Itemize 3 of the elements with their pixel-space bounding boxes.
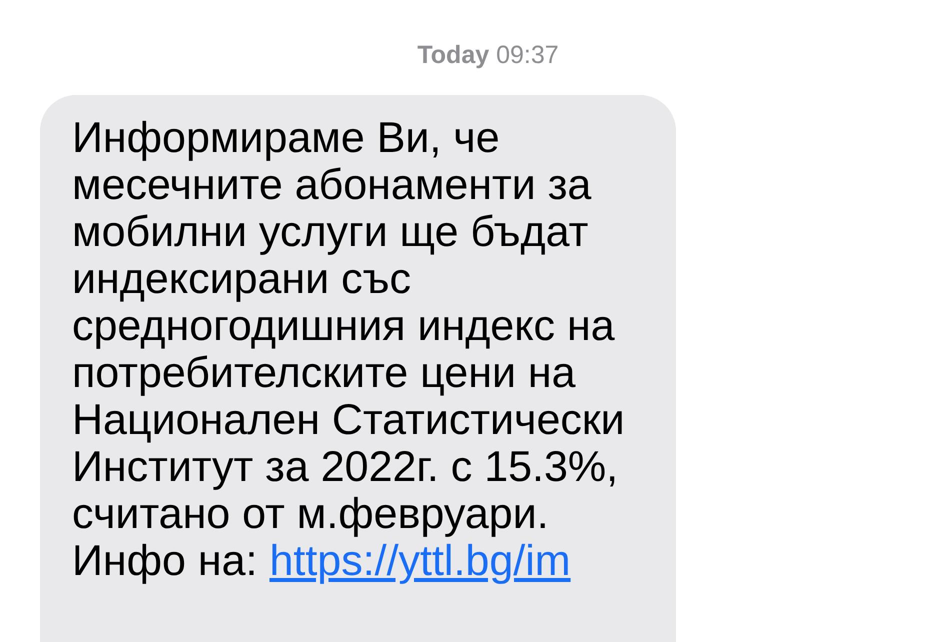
message-timestamp: Today 09:37 [417,40,559,70]
message-text: Информираме Ви, че месечните абонаменти за мобилни услуги ще бъдат индексирани със средногодишния индекс на потребителските цени на Национален Статистически Институт за 2022г. с 15.3%, считано от м.февруари. Инфо на: https://yttl.bg/im [72,115,626,585]
message-link[interactable]: https://yttl.bg/im [269,537,571,585]
